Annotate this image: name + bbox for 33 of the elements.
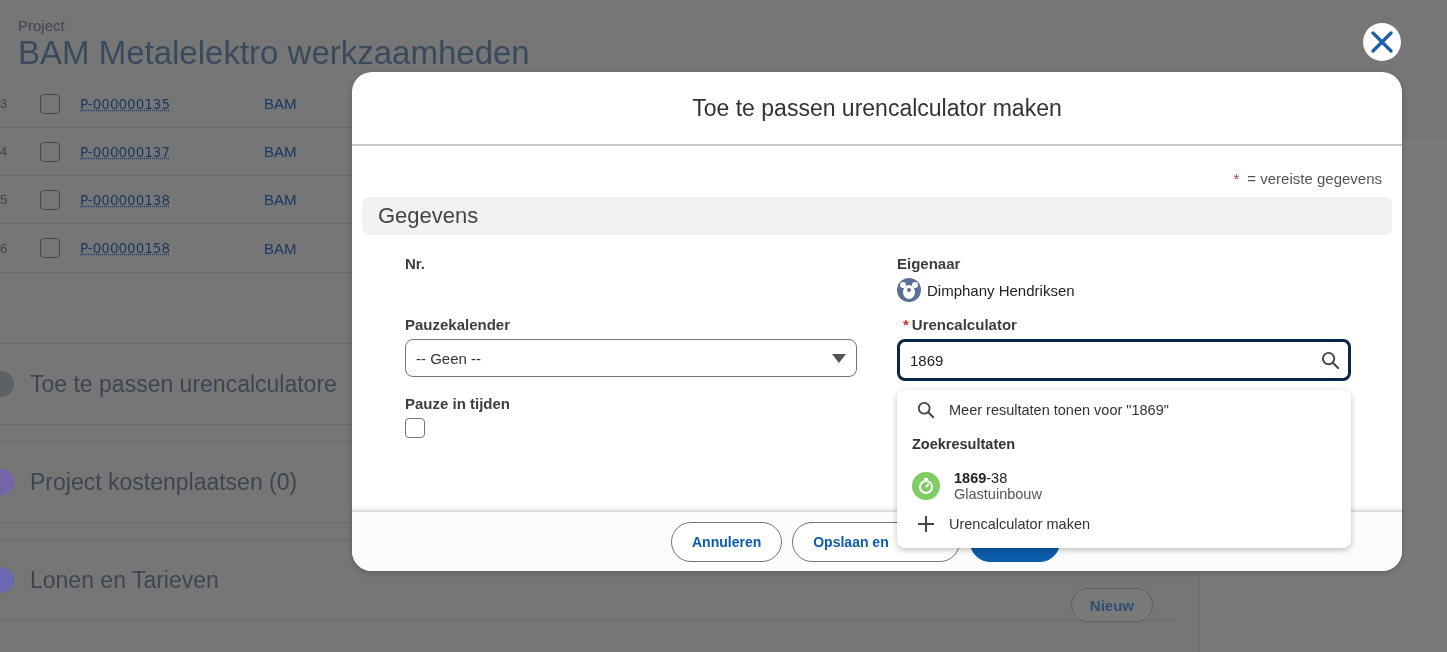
page-title: BAM Metalelektro werkzaamheden [18,34,531,72]
result-item[interactable]: 1869-38 Glastuinbouw [897,464,1351,508]
section-header[interactable]: Gegevens [362,197,1392,235]
field-label: Pauzekalender [405,316,511,333]
stopwatch-icon [912,472,940,500]
close-icon [1371,31,1393,53]
select-field[interactable]: -- Geen -- [405,339,857,377]
field-label: Eigenaar [897,255,961,272]
search-icon [917,401,935,419]
table-cell: BAM [264,95,297,112]
modal-title: Toe te passen urencalculator maken [692,94,1062,122]
field-label: * Urencalculator [903,316,1017,333]
search-icon [1321,350,1340,370]
row-checkbox[interactable] [40,141,60,162]
field-label: Nr. [405,255,425,272]
results-heading: Zoekresultaten [911,435,1017,454]
required-note: * = vereiste gegevens [1233,170,1382,187]
field-label: Pauze in tijden [405,395,510,412]
footer-button[interactable]: Annuleren [671,521,783,562]
row-checkbox[interactable] [40,238,60,258]
caret-icon [832,353,846,363]
avatar-icon [897,278,921,302]
table-cell: BAM [264,191,297,208]
close-button[interactable] [1363,23,1401,61]
table-cell: BAM [264,143,297,160]
more-results-item[interactable]: Meer resultaten tonen voor "1869" [897,394,1351,426]
row-checkbox[interactable] [40,93,60,114]
search-field[interactable]: 1869 [897,339,1351,381]
row-checkbox[interactable] [40,189,60,210]
table-cell: BAM [264,239,297,257]
plus-icon [917,515,935,533]
owner-name[interactable]: Dimphany Hendriksen [927,281,1075,299]
checkbox[interactable] [405,418,425,438]
